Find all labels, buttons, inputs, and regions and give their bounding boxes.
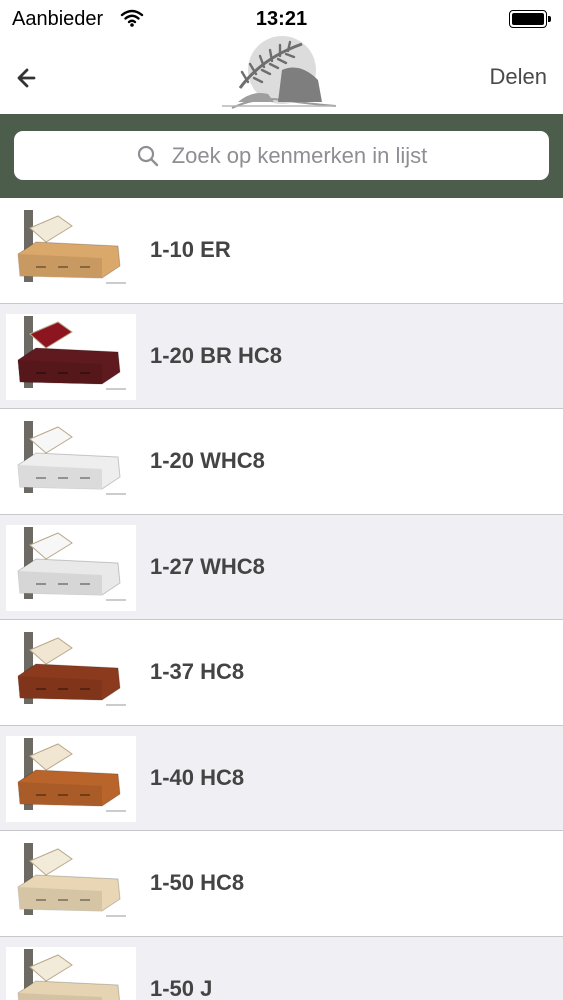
list-item[interactable]: 1-37 HC8 bbox=[0, 620, 563, 726]
list-item[interactable]: 1-50 J bbox=[0, 936, 563, 1000]
back-arrow-icon[interactable] bbox=[12, 62, 44, 94]
search-icon bbox=[137, 145, 158, 166]
item-title: 1-37 HC8 bbox=[150, 659, 245, 685]
item-thumbnail bbox=[6, 735, 136, 822]
item-title: 1-50 HC8 bbox=[150, 870, 245, 896]
logo bbox=[222, 36, 337, 109]
list-item[interactable]: 1-20 BR HC8 bbox=[0, 303, 563, 409]
item-title: 1-20 BR HC8 bbox=[150, 342, 283, 368]
item-title: 1-10 ER bbox=[150, 237, 231, 263]
item-thumbnail bbox=[6, 841, 136, 927]
battery-icon bbox=[509, 10, 551, 28]
list-item[interactable]: 1-27 WHC8 bbox=[0, 514, 563, 620]
item-thumbnail bbox=[6, 630, 136, 716]
item-title: 1-20 WHC8 bbox=[150, 448, 265, 474]
item-thumbnail bbox=[6, 208, 136, 294]
item-thumbnail bbox=[6, 946, 136, 1000]
search-input[interactable]: Zoek op kenmerken in lijst bbox=[14, 131, 549, 180]
navigation-bar: Delen bbox=[0, 36, 563, 114]
list-item[interactable]: 1-50 HC8 bbox=[0, 831, 563, 937]
clock: 13:21 bbox=[255, 8, 308, 30]
item-title: 1-40 HC8 bbox=[150, 764, 245, 790]
search-placeholder: Zoek op kenmerken in lijst bbox=[171, 142, 428, 168]
item-thumbnail bbox=[6, 419, 136, 505]
status-bar: Aanbieder 13:21 bbox=[0, 0, 563, 40]
list-item[interactable]: 1-40 HC8 bbox=[0, 725, 563, 831]
list-item[interactable]: 1-20 WHC8 bbox=[0, 409, 563, 515]
list-item[interactable]: 1-10 ER bbox=[0, 198, 563, 304]
item-title: 1-27 WHC8 bbox=[150, 553, 265, 579]
coffin-list: 1-10 ER 1-20 BR HC8 1-20 WHC8 1-27 WHC8 … bbox=[0, 198, 563, 1000]
item-thumbnail bbox=[6, 524, 136, 611]
search-bar: Zoek op kenmerken in lijst bbox=[0, 114, 563, 198]
share-button[interactable]: Delen bbox=[490, 64, 547, 90]
item-thumbnail bbox=[6, 313, 136, 400]
item-title: 1-50 J bbox=[150, 975, 213, 1000]
